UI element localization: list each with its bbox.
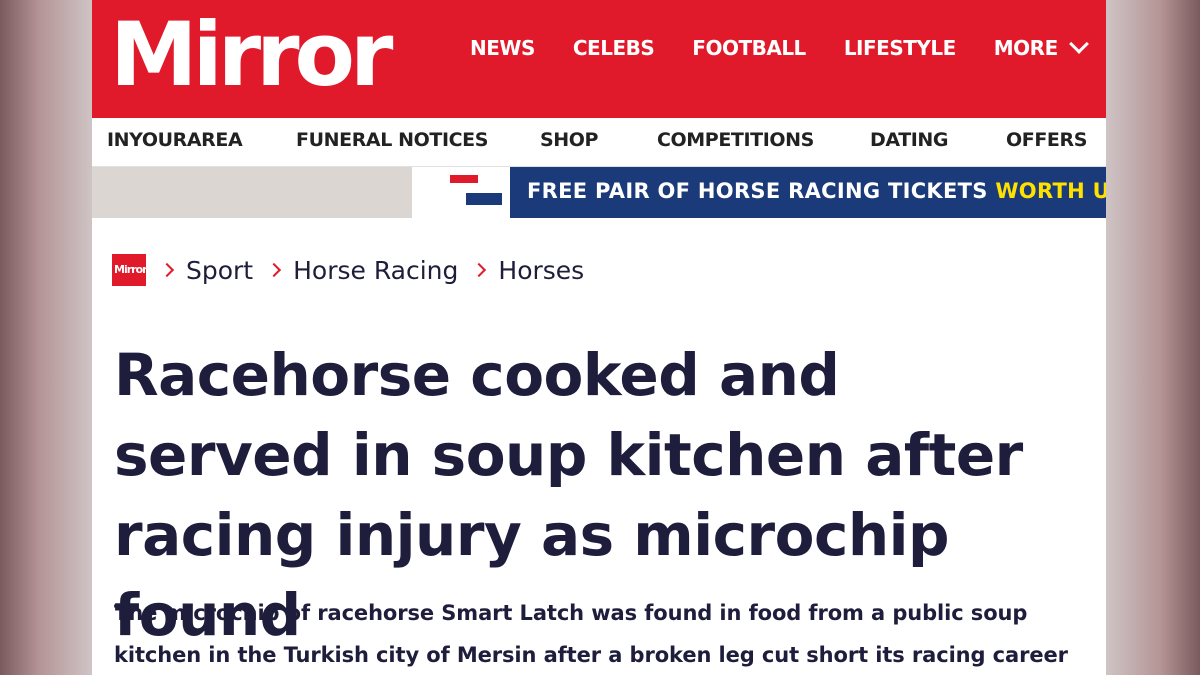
breadcrumb-horse-racing[interactable]: Horse Racing	[293, 256, 458, 285]
breadcrumb-horses[interactable]: Horses	[498, 256, 584, 285]
breadcrumb-sport[interactable]: Sport	[186, 256, 253, 285]
subnav-competitions[interactable]: COMPETITIONS	[657, 129, 814, 151]
chevron-right-icon	[159, 262, 175, 278]
article-standfirst: The microchip of racehorse Smart Latch w…	[114, 601, 1068, 667]
secondary-nav: INYOURAREA FUNERAL NOTICES SHOP COMPETIT…	[92, 118, 1106, 167]
nav-more-label: MORE	[993, 36, 1058, 60]
promo-banner-text: FREE PAIR OF HORSE RACING TICKETS WORTH …	[527, 179, 1106, 203]
subnav-offers[interactable]: OFFERS	[1006, 129, 1087, 151]
nav-more[interactable]: MORE	[993, 34, 1089, 60]
mirror-logo[interactable]: Mirror	[110, 0, 393, 114]
subnav-funeral-notices[interactable]: FUNERAL NOTICES	[296, 129, 488, 151]
subnav-shop[interactable]: SHOP	[540, 129, 598, 151]
sky-logo-mark	[450, 175, 478, 183]
subnav-inyourarea[interactable]: INYOURAREA	[107, 129, 243, 151]
nav-football[interactable]: FOOTBALL	[692, 36, 806, 60]
promo-highlight-text: WORTH UP TO	[995, 179, 1106, 203]
nav-lifestyle[interactable]: LIFESTYLE	[844, 36, 956, 60]
promo-main-text: FREE PAIR OF HORSE RACING TICKETS	[527, 179, 996, 203]
nav-news[interactable]: NEWS	[470, 36, 535, 60]
browser-page: Mirror NEWS CELEBS FOOTBALL LIFESTYLE MO…	[92, 0, 1106, 675]
main-nav: NEWS CELEBS FOOTBALL LIFESTYLE MORE	[470, 34, 1106, 60]
sunday-series-logo-mark	[422, 187, 504, 211]
chevron-right-icon	[267, 262, 282, 278]
chevron-right-icon	[472, 262, 487, 278]
chevron-down-icon	[1068, 34, 1089, 54]
site-header: Mirror NEWS CELEBS FOOTBALL LIFESTYLE MO…	[92, 0, 1106, 118]
breadcrumb: Mirror Sport Horse Racing Horses	[112, 250, 584, 290]
promo-placeholder	[92, 167, 412, 218]
promo-banner[interactable]: FREE PAIR OF HORSE RACING TICKETS WORTH …	[510, 167, 1106, 218]
breadcrumb-home-logo[interactable]: Mirror	[112, 254, 148, 286]
sky-sunday-series-logo	[414, 167, 510, 218]
subnav-dating[interactable]: DATING	[870, 129, 949, 151]
breadcrumb-logo-text: Mirror	[114, 263, 148, 276]
series-badge	[466, 193, 502, 205]
nav-celebs[interactable]: CELEBS	[573, 36, 655, 60]
